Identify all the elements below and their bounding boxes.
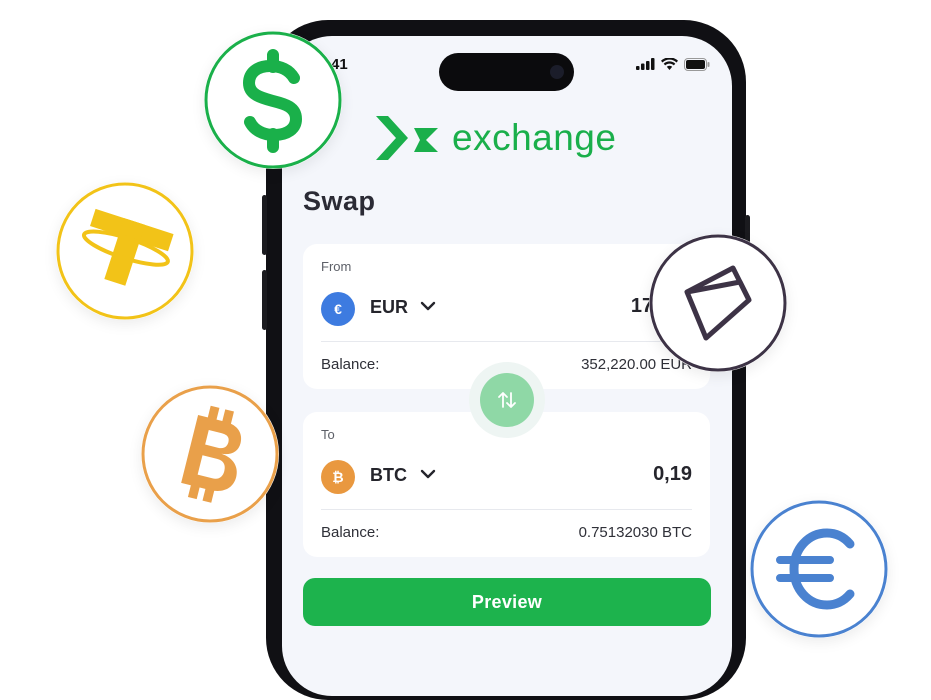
camera-icon bbox=[550, 65, 564, 79]
brand-name: exchange bbox=[452, 117, 617, 158]
swap-direction-button[interactable] bbox=[480, 373, 534, 427]
euro-badge bbox=[750, 500, 888, 638]
from-balance-label: Balance: bbox=[321, 356, 380, 373]
divider bbox=[321, 509, 692, 510]
preview-button[interactable]: Preview bbox=[303, 578, 711, 626]
divider bbox=[321, 341, 692, 342]
euro-icon bbox=[750, 500, 888, 638]
chevron-down-icon[interactable] bbox=[420, 469, 436, 479]
chevron-down-icon[interactable] bbox=[420, 301, 436, 311]
logo-mark-icon bbox=[376, 116, 438, 160]
status-icons bbox=[636, 57, 710, 71]
brand-logo: exchange bbox=[374, 114, 616, 162]
euro-symbol: € bbox=[334, 301, 342, 317]
phone-side-button bbox=[262, 195, 267, 255]
signal-icon bbox=[636, 58, 655, 70]
bitcoin-icon bbox=[141, 385, 279, 523]
page-title: Swap bbox=[303, 186, 376, 216]
battery-icon bbox=[684, 57, 710, 71]
from-label: From bbox=[321, 259, 352, 274]
from-currency-select[interactable]: EUR bbox=[370, 297, 408, 318]
swap-button-ring bbox=[469, 362, 545, 438]
dollar-icon bbox=[204, 31, 342, 169]
to-label: To bbox=[321, 427, 335, 442]
to-amount-input[interactable]: 0,19 bbox=[653, 463, 692, 486]
swap-arrows-icon bbox=[498, 392, 516, 408]
wifi-icon bbox=[661, 58, 678, 70]
bitcoin-coin-icon[interactable]: ₿ bbox=[321, 460, 355, 494]
to-balance-label: Balance: bbox=[321, 524, 380, 541]
to-balance-value: 0.75132030 BTC bbox=[578, 524, 692, 541]
tether-icon bbox=[56, 182, 194, 320]
dynamic-island bbox=[439, 53, 574, 91]
bitcoin-symbol: ₿ bbox=[332, 469, 344, 485]
euro-coin-icon[interactable]: € bbox=[321, 292, 355, 326]
ethereum-badge bbox=[649, 234, 787, 372]
tether-badge bbox=[56, 182, 194, 320]
dollar-badge bbox=[204, 31, 342, 169]
phone-side-button bbox=[262, 270, 267, 330]
bitcoin-badge bbox=[141, 385, 279, 523]
ethereum-gem-icon bbox=[649, 234, 787, 372]
to-currency-select[interactable]: BTC bbox=[370, 465, 407, 486]
